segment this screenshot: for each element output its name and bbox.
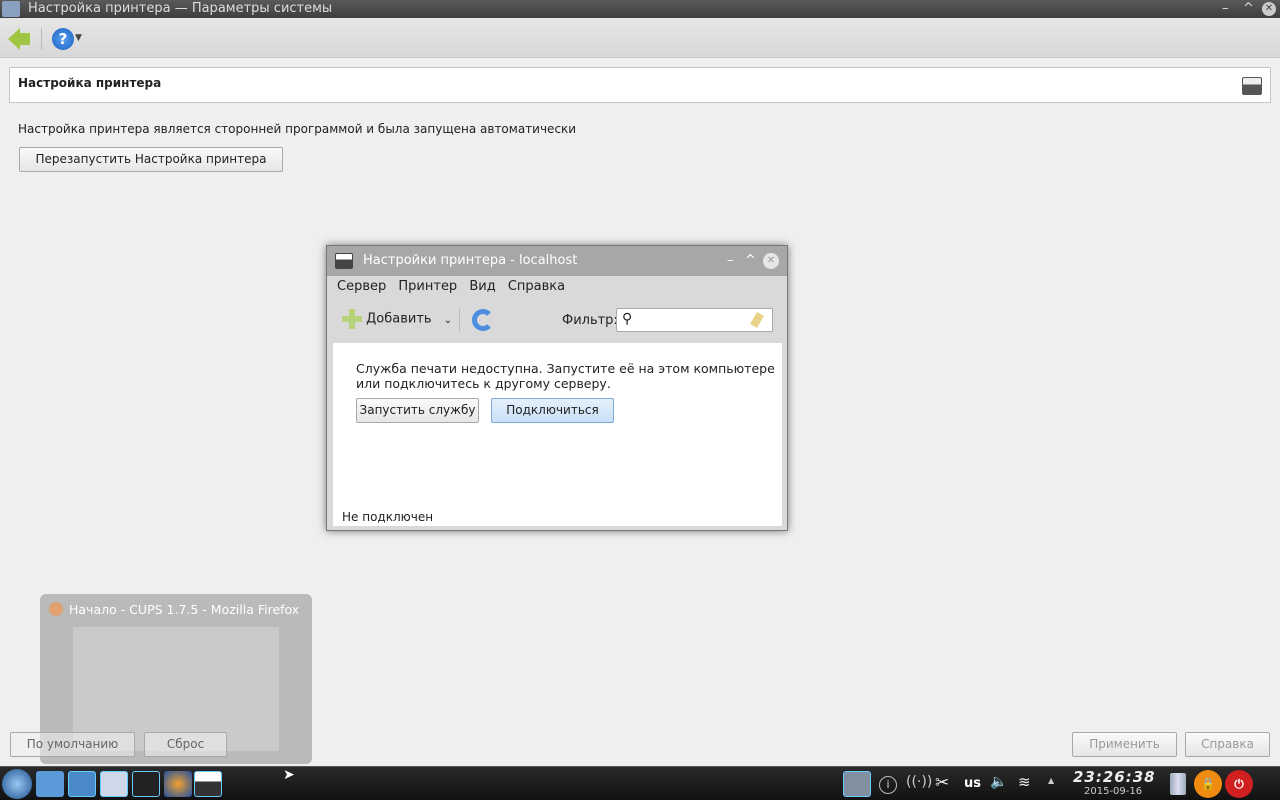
close-icon[interactable]: ✕	[1262, 2, 1276, 16]
firefox-icon	[49, 602, 63, 616]
window-title: Настройка принтера — Параметры системы	[28, 1, 333, 16]
window-titlebar: Настройка принтера — Параметры системы –…	[0, 0, 1280, 18]
preview-title: Начало - CUPS 1.7.5 - Mozilla Firefox	[69, 602, 300, 617]
dialog-content: Служба печати недоступна. Запустите её н…	[333, 343, 782, 526]
info-message: Настройка принтера является сторонней пр…	[18, 122, 577, 136]
chevron-down-icon[interactable]: ⌄	[444, 315, 452, 326]
file-manager-icon[interactable]	[36, 771, 64, 797]
plus-icon	[342, 309, 362, 329]
wifi-icon[interactable]: ≋	[1018, 773, 1031, 791]
power-icon[interactable]: ⏻	[1225, 770, 1253, 798]
menu-help[interactable]: Справка	[508, 279, 565, 294]
maximize-icon[interactable]: ^	[745, 246, 756, 276]
chevron-down-icon[interactable]: ▼	[75, 33, 82, 43]
restart-button[interactable]: Перезапустить Настройка принтера	[19, 147, 283, 172]
trash-icon[interactable]	[1170, 773, 1186, 795]
toolbar: ? ▼	[0, 18, 1280, 58]
printer-icon	[335, 253, 353, 269]
mouse-cursor: ➤	[283, 767, 295, 783]
volume-icon[interactable]: 🔈	[990, 774, 1007, 790]
start-menu-icon[interactable]	[2, 769, 32, 799]
printer-icon[interactable]	[194, 771, 222, 797]
separator	[459, 308, 460, 332]
filter-label: Фильтр:	[562, 313, 618, 328]
keyboard-layout[interactable]: us	[964, 776, 981, 791]
network-broadcast-icon[interactable]: ((·))	[906, 774, 932, 790]
separator	[41, 28, 42, 50]
search-icon: ⚲	[622, 311, 633, 327]
apply-button[interactable]: Применить	[1072, 732, 1177, 757]
defaults-button[interactable]: По умолчанию	[10, 732, 135, 757]
clock-date[interactable]: 2015-09-16	[1084, 786, 1142, 797]
add-button[interactable]: Добавить ⌄	[342, 309, 452, 329]
menu-printer[interactable]: Принтер	[398, 279, 457, 294]
status-text: Не подключен	[342, 510, 434, 524]
tray-expand-icon[interactable]: ▲	[1048, 776, 1054, 785]
clear-broom-icon[interactable]	[750, 311, 764, 329]
minimize-icon[interactable]: –	[1222, 0, 1229, 18]
connect-button[interactable]: Подключиться	[491, 398, 614, 423]
menu-server[interactable]: Сервер	[337, 279, 386, 294]
add-label: Добавить	[366, 311, 432, 327]
text-editor-icon[interactable]	[100, 771, 128, 797]
minimize-icon[interactable]: –	[727, 246, 734, 276]
lock-icon[interactable]: 🔒	[1194, 770, 1222, 798]
app-icon	[2, 1, 20, 17]
page-title: Настройка принтера	[18, 76, 162, 90]
maximize-icon[interactable]: ^	[1243, 0, 1254, 18]
media-icon[interactable]	[68, 771, 96, 797]
firefox-icon[interactable]	[164, 771, 192, 797]
reset-button[interactable]: Сброс	[144, 732, 227, 757]
menu-view[interactable]: Вид	[469, 279, 495, 294]
dialog-titlebar: Настройки принтера - localhost – ^ ✕	[327, 246, 787, 276]
menubar: Сервер Принтер Вид Справка	[337, 279, 565, 294]
start-service-button[interactable]: Запустить службу	[356, 398, 479, 423]
printer-icon	[1242, 77, 1262, 95]
terminal-icon[interactable]	[132, 771, 160, 797]
page-header: Настройка принтера	[9, 67, 1271, 103]
close-icon[interactable]: ✕	[763, 253, 779, 269]
help-button[interactable]: Справка	[1185, 732, 1270, 757]
service-message: Служба печати недоступна. Запустите её н…	[356, 361, 775, 391]
filter-input[interactable]: ⚲	[616, 308, 773, 332]
taskbar: ➤ i ((·)) ✂ us 🔈 ≋ ▲ 23:26:38 2015-09-16…	[0, 766, 1280, 800]
settings-icon[interactable]	[843, 771, 871, 797]
scissors-icon[interactable]: ✂	[935, 773, 949, 793]
dialog-title: Настройки принтера - localhost	[363, 253, 578, 268]
clock-time[interactable]: 23:26:38	[1073, 768, 1156, 786]
printer-settings-dialog: Настройки принтера - localhost – ^ ✕ Сер…	[326, 245, 788, 531]
info-icon[interactable]: i	[879, 776, 897, 794]
help-icon[interactable]: ?	[52, 28, 74, 50]
refresh-icon[interactable]	[472, 309, 494, 331]
